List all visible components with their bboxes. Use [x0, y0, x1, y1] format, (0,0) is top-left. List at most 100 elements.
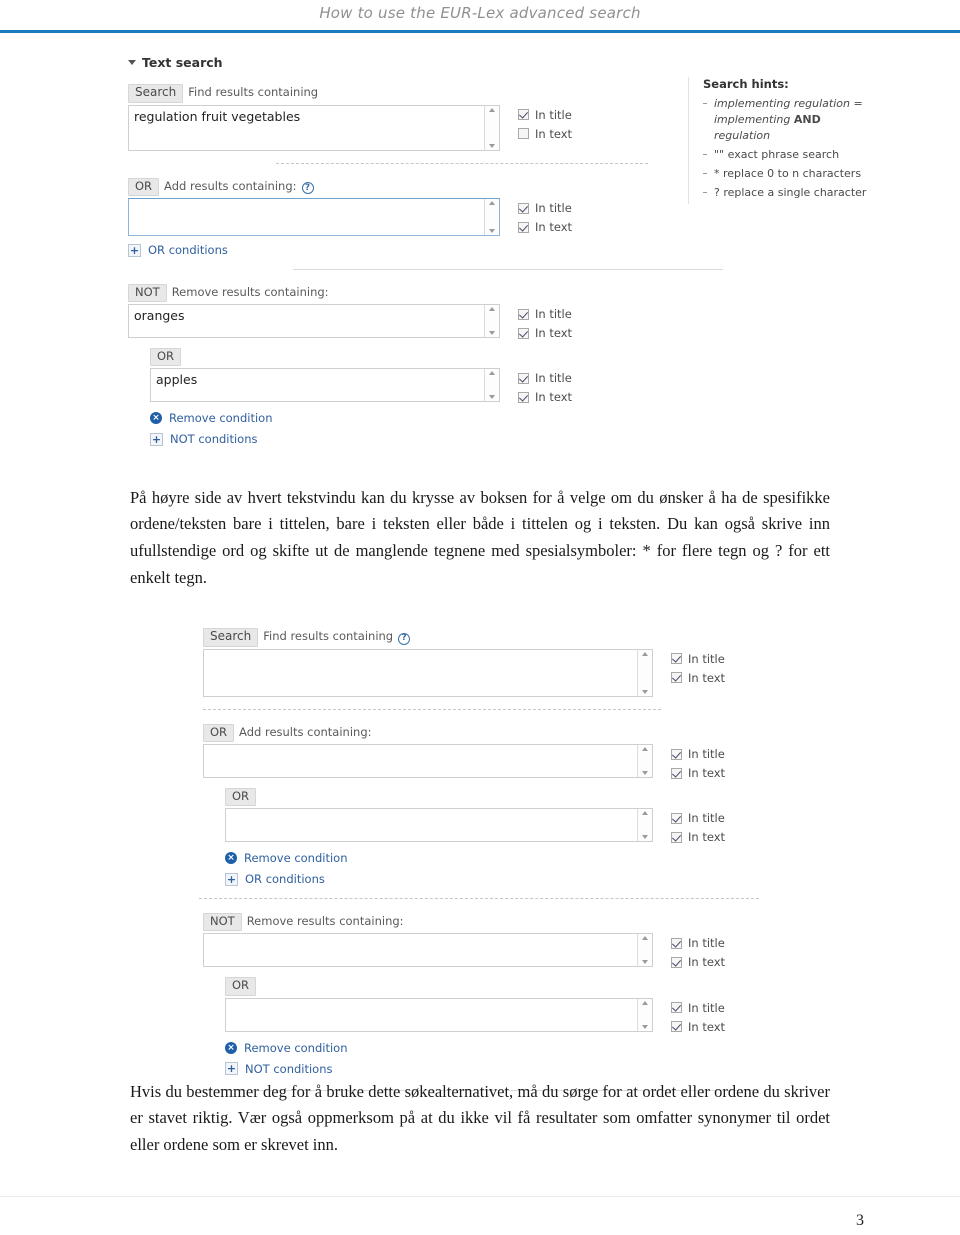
search-scope-checkboxes: In title In text: [518, 105, 596, 141]
not-input[interactable]: [203, 933, 653, 968]
or-input-scrollbar[interactable]: [637, 745, 652, 778]
not-nested-input[interactable]: apples: [150, 368, 500, 403]
checkbox-in-text[interactable]: In text: [671, 766, 749, 780]
checkbox-in-text-box[interactable]: [671, 767, 682, 779]
checkbox-in-text-box[interactable]: [518, 221, 529, 233]
page-header: How to use the EUR-Lex advanced search: [0, 0, 960, 36]
checkbox-in-text-box[interactable]: [671, 1021, 682, 1033]
checkbox-in-title[interactable]: In title: [518, 108, 596, 122]
scroll-down-icon[interactable]: [642, 771, 648, 776]
search-label-line: Search Find results containing ?: [203, 628, 763, 647]
scroll-down-icon[interactable]: [489, 143, 495, 148]
checkbox-in-text-box[interactable]: [671, 672, 682, 684]
checkbox-in-text-box[interactable]: [671, 956, 682, 968]
checkbox-in-text[interactable]: In text: [518, 390, 596, 404]
checkbox-in-text[interactable]: In text: [518, 326, 596, 340]
checkbox-in-title-box[interactable]: [518, 372, 529, 384]
checkbox-in-text-box[interactable]: [518, 327, 529, 339]
add-not-conditions-button[interactable]: + NOT conditions: [150, 432, 873, 446]
checkbox-in-text-box[interactable]: [671, 831, 682, 843]
remove-condition-label: Remove condition: [169, 411, 273, 426]
or-nested-input[interactable]: [225, 808, 653, 843]
scroll-down-icon[interactable]: [642, 1024, 648, 1029]
section-title-text-search[interactable]: Text search: [128, 55, 873, 70]
not-nested-input[interactable]: [225, 997, 653, 1032]
plus-icon[interactable]: +: [225, 1062, 238, 1076]
checkbox-in-text-box[interactable]: [518, 128, 529, 140]
not-input[interactable]: oranges: [128, 304, 500, 339]
scroll-up-icon[interactable]: [489, 201, 495, 206]
not-nested-input-scrollbar[interactable]: [637, 998, 652, 1031]
caret-down-icon[interactable]: [128, 60, 136, 65]
not-input-value: oranges: [134, 308, 185, 324]
remove-condition-button[interactable]: × Remove condition: [225, 851, 763, 865]
scroll-up-icon[interactable]: [489, 307, 495, 312]
help-question-icon[interactable]: ?: [398, 632, 411, 645]
checkbox-in-title-box[interactable]: [518, 202, 529, 214]
search-input[interactable]: regulation fruit vegetables: [128, 104, 500, 151]
plus-icon[interactable]: +: [128, 243, 141, 257]
search-input[interactable]: [203, 648, 653, 697]
checkbox-in-text[interactable]: In text: [671, 671, 749, 685]
checkbox-in-title-box[interactable]: [671, 1002, 682, 1014]
remove-condition-button[interactable]: × Remove condition: [150, 411, 873, 425]
plus-icon[interactable]: +: [225, 872, 238, 886]
search-input-scrollbar[interactable]: [484, 105, 499, 150]
scroll-down-icon[interactable]: [489, 331, 495, 336]
checkbox-in-title[interactable]: In title: [671, 747, 749, 761]
scroll-up-icon[interactable]: [642, 747, 648, 752]
checkbox-in-text[interactable]: In text: [518, 127, 596, 141]
or-input-scrollbar[interactable]: [484, 199, 499, 236]
scroll-up-icon[interactable]: [642, 936, 648, 941]
remove-circle-icon[interactable]: ×: [225, 852, 237, 865]
scroll-up-icon[interactable]: [642, 811, 648, 816]
checkbox-in-text[interactable]: In text: [518, 220, 596, 234]
not-nested-input-scrollbar[interactable]: [484, 369, 499, 402]
not-input-scrollbar[interactable]: [484, 305, 499, 338]
operator-badge-or-nested: OR: [150, 348, 182, 367]
scroll-down-icon[interactable]: [642, 960, 648, 965]
checkbox-in-title-box[interactable]: [518, 109, 529, 121]
scroll-up-icon[interactable]: [642, 1000, 648, 1005]
add-or-conditions-button[interactable]: + OR conditions: [128, 243, 873, 257]
or-input[interactable]: [128, 198, 500, 237]
not-scope-checkboxes: In title In text: [518, 304, 596, 340]
scroll-down-icon[interactable]: [489, 229, 495, 234]
add-or-conditions-label: OR conditions: [245, 872, 325, 887]
add-not-conditions-button[interactable]: + NOT conditions: [225, 1062, 763, 1076]
checkbox-in-title[interactable]: In title: [671, 652, 749, 666]
checkbox-in-title-box[interactable]: [671, 653, 682, 665]
remove-circle-icon[interactable]: ×: [150, 412, 162, 425]
checkbox-in-title[interactable]: In title: [671, 1001, 749, 1015]
checkbox-in-title[interactable]: In title: [671, 811, 749, 825]
remove-circle-icon[interactable]: ×: [225, 1041, 237, 1054]
remove-condition-button[interactable]: × Remove condition: [225, 1041, 763, 1055]
plus-icon[interactable]: +: [150, 432, 163, 446]
not-input-scrollbar[interactable]: [637, 934, 652, 967]
checkbox-in-text-box[interactable]: [518, 391, 529, 403]
checkbox-in-title[interactable]: In title: [518, 371, 596, 385]
add-or-conditions-button[interactable]: + OR conditions: [225, 872, 763, 886]
scroll-down-icon[interactable]: [489, 395, 495, 400]
checkbox-in-text[interactable]: In text: [671, 830, 749, 844]
checkbox-in-title[interactable]: In title: [518, 307, 596, 321]
or-input[interactable]: [203, 744, 653, 779]
checkbox-in-title-box[interactable]: [671, 748, 682, 760]
divider-dashed-3: [199, 898, 759, 900]
help-question-icon[interactable]: ?: [301, 182, 314, 195]
checkbox-in-text[interactable]: In text: [671, 955, 749, 969]
scroll-up-icon[interactable]: [489, 107, 495, 112]
checkbox-in-title-box[interactable]: [518, 308, 529, 320]
or-nested-input-scrollbar[interactable]: [637, 809, 652, 842]
checkbox-in-title[interactable]: In title: [671, 936, 749, 950]
scroll-down-icon[interactable]: [642, 689, 648, 694]
search-input-scrollbar[interactable]: [637, 649, 652, 696]
search-hint-item: ? replace a single character: [703, 185, 878, 201]
checkbox-in-text[interactable]: In text: [671, 1020, 749, 1034]
scroll-down-icon[interactable]: [642, 835, 648, 840]
scroll-up-icon[interactable]: [489, 371, 495, 376]
scroll-up-icon[interactable]: [642, 651, 648, 656]
checkbox-in-title[interactable]: In title: [518, 201, 596, 215]
checkbox-in-title-box[interactable]: [671, 812, 682, 824]
checkbox-in-title-box[interactable]: [671, 937, 682, 949]
